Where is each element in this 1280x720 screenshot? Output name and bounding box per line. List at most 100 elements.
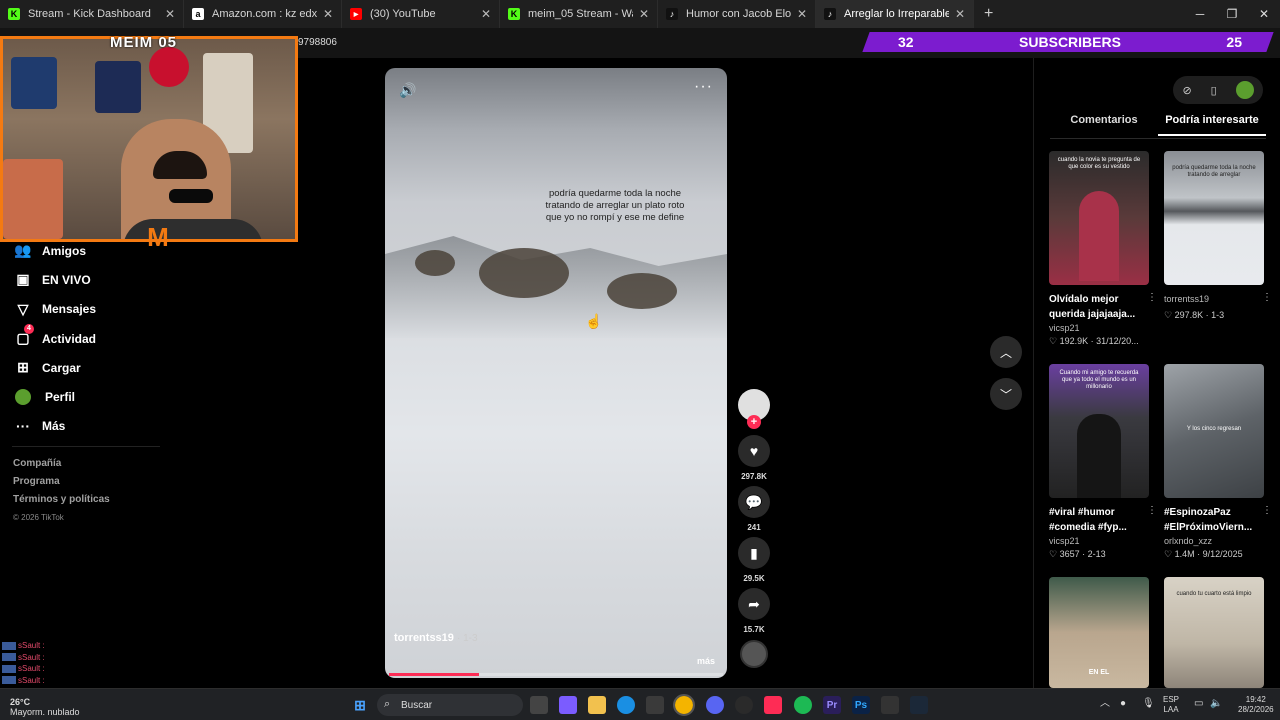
kick-icon: K: [508, 8, 520, 20]
video-thumbnail[interactable]: Y los cinco regresan: [1164, 364, 1264, 498]
spotify-icon[interactable]: [794, 696, 812, 714]
close-icon[interactable]: ✕: [797, 7, 807, 21]
tray-chevron-icon[interactable]: ︿: [1100, 699, 1110, 709]
more-options-icon[interactable]: ···: [694, 78, 713, 96]
sidebar-item-cargar[interactable]: ⊞ Cargar: [12, 353, 162, 382]
close-icon[interactable]: ✕: [323, 7, 333, 21]
photoshop-icon[interactable]: Ps: [852, 696, 870, 714]
sidebar-item-en-vivo[interactable]: ▣ EN VIVO: [12, 265, 162, 294]
card-menu-icon[interactable]: ⋮: [1147, 505, 1157, 516]
more-button[interactable]: más: [697, 656, 715, 666]
taskbar-search[interactable]: ⌕ Buscar: [377, 694, 523, 716]
new-tab-button[interactable]: +: [974, 5, 1003, 23]
restore-icon[interactable]: ❐: [1216, 0, 1248, 28]
comment-action[interactable]: 💬 241: [737, 486, 771, 534]
sidebar-item-amigos[interactable]: 👥 Amigos: [12, 236, 162, 265]
footer-link-company[interactable]: Compañía: [13, 458, 110, 476]
save-action[interactable]: ▮ 29.5K: [737, 537, 771, 585]
minimize-icon[interactable]: ─: [1184, 0, 1216, 28]
recommended-video-card[interactable]: podría quedarme toda la noche tratando d…: [1164, 151, 1272, 321]
close-icon[interactable]: ✕: [955, 7, 965, 21]
clock[interactable]: 19:42 28/2/2026: [1238, 695, 1274, 715]
device-icon[interactable]: ▯: [1211, 84, 1217, 97]
edge-icon[interactable]: [617, 696, 635, 714]
tab-comentarios[interactable]: Comentarios: [1050, 114, 1158, 136]
sidebar-item-mas[interactable]: ··· Más: [12, 412, 162, 441]
bookmark-icon[interactable]: ▮: [738, 537, 770, 569]
next-video-button[interactable]: ﹀: [990, 378, 1022, 410]
discord-icon[interactable]: [706, 696, 724, 714]
video-thumbnail[interactable]: podría quedarme toda la noche tratando d…: [1164, 151, 1264, 285]
tiktok-app-icon[interactable]: [764, 696, 782, 714]
chat-badge-icon: [2, 653, 16, 662]
video-actions: + ♥ 297.8K 💬 241 ▮ 29.5K ➦ 15.7K: [737, 389, 771, 668]
footer-link-program[interactable]: Programa: [13, 476, 110, 494]
hand-cursor-icon: ☝: [585, 313, 603, 329]
video-player[interactable]: podría quedarme toda la noche tratando d…: [385, 68, 727, 678]
share-action[interactable]: ➦ 15.7K: [737, 588, 771, 636]
recommended-video-card[interactable]: cuando la novia te pregunta de que color…: [1049, 151, 1157, 347]
follow-plus-icon[interactable]: +: [747, 415, 761, 429]
store-icon[interactable]: [646, 696, 664, 714]
weather-widget[interactable]: 26°C Mayorm. nublado: [10, 697, 80, 717]
like-action[interactable]: ♥ 297.8K: [737, 435, 771, 483]
copilot-icon[interactable]: [559, 696, 577, 714]
chevron-down-icon: ﹀: [999, 387, 1012, 402]
heart-icon[interactable]: ♥: [738, 435, 770, 467]
sidebar-item-perfil[interactable]: Perfil: [12, 382, 162, 411]
tray-app-icon[interactable]: ●: [1120, 699, 1126, 709]
tab-tiktok-active[interactable]: ♪ Arreglar lo Irreparable: Def ✕: [816, 0, 974, 28]
tab-tiktok-humor[interactable]: ♪ Humor con Jacob Elordi: ¡Un Ec ✕: [658, 0, 816, 28]
file-explorer-icon[interactable]: [588, 696, 606, 714]
recommended-video-card[interactable]: Cuando mi amigo te recuerda que ya todo …: [1049, 364, 1157, 560]
comment-icon[interactable]: 💬: [738, 486, 770, 518]
card-menu-icon[interactable]: ⋮: [1262, 505, 1272, 516]
microphone-icon[interactable]: 🎙: [1142, 699, 1155, 709]
recommended-video-card[interactable]: cuando tu cuarto está limpio: [1164, 577, 1264, 688]
recommended-video-card[interactable]: Y los cinco regresan #EspinozaPaz #ElPró…: [1164, 364, 1272, 560]
capcut-icon[interactable]: [881, 696, 899, 714]
premiere-icon[interactable]: Pr: [823, 696, 841, 714]
previous-video-button[interactable]: ︿: [990, 336, 1022, 368]
activity-icon: ▢ 4: [12, 324, 34, 347]
user-avatar[interactable]: [1235, 81, 1254, 99]
compass-icon[interactable]: ⊘: [1182, 84, 1191, 97]
subs-current: 32: [898, 34, 914, 50]
video-thumbnail[interactable]: cuando la novia te pregunta de que color…: [1049, 151, 1149, 285]
network-icon[interactable]: ▭: [1194, 699, 1203, 709]
close-icon[interactable]: ✕: [639, 7, 649, 21]
card-menu-icon[interactable]: ⋮: [1262, 292, 1272, 303]
copyright: © 2026 TikTok: [13, 513, 64, 522]
close-icon[interactable]: ✕: [481, 7, 491, 21]
more-dots-icon: ···: [16, 418, 30, 435]
video-author[interactable]: torrentss19 · 1-3: [394, 632, 478, 644]
language-indicator[interactable]: ESP LAA: [1163, 695, 1179, 715]
sidebar-item-actividad[interactable]: ▢ 4 Actividad: [12, 324, 162, 353]
tab-amazon[interactable]: a Amazon.com : kz edx pro ✕: [184, 0, 342, 28]
video-thumbnail[interactable]: cuando tu cuarto está limpio: [1164, 577, 1264, 688]
share-arrow-icon[interactable]: ➦: [738, 588, 770, 620]
windows-start-icon[interactable]: ⊞: [351, 696, 369, 714]
volume-icon[interactable]: 🔊: [399, 82, 416, 99]
close-window-icon[interactable]: ✕: [1248, 0, 1280, 28]
music-disc-icon[interactable]: [740, 640, 768, 668]
video-progress-bar[interactable]: [389, 673, 723, 676]
tab-kick-dashboard[interactable]: K Stream - Kick Dashboard ✕: [0, 0, 184, 28]
task-view-icon[interactable]: [530, 696, 548, 714]
footer-link-terms[interactable]: Términos y políticas: [13, 494, 110, 512]
panel-divider: [1033, 58, 1034, 688]
tab-youtube[interactable]: ▶ (30) YouTube ✕: [342, 0, 500, 28]
card-menu-icon[interactable]: ⋮: [1147, 292, 1157, 303]
creator-avatar[interactable]: +: [738, 389, 770, 429]
obs-icon[interactable]: [735, 696, 753, 714]
chrome-icon[interactable]: [673, 694, 695, 716]
tab-podria-interesarte[interactable]: Podría interesarte: [1158, 114, 1266, 136]
recommended-video-card[interactable]: EN EL: [1049, 577, 1149, 688]
sidebar-item-mensajes[interactable]: ▽ Mensajes: [12, 295, 162, 324]
tab-kick-stream[interactable]: K meim_05 Stream - Watch Live o ✕: [500, 0, 658, 28]
video-thumbnail[interactable]: EN EL: [1049, 577, 1149, 688]
steam-icon[interactable]: [910, 696, 928, 714]
video-thumbnail[interactable]: Cuando mi amigo te recuerda que ya todo …: [1049, 364, 1149, 498]
close-icon[interactable]: ✕: [165, 7, 175, 21]
speaker-icon[interactable]: 🔈: [1210, 699, 1222, 709]
